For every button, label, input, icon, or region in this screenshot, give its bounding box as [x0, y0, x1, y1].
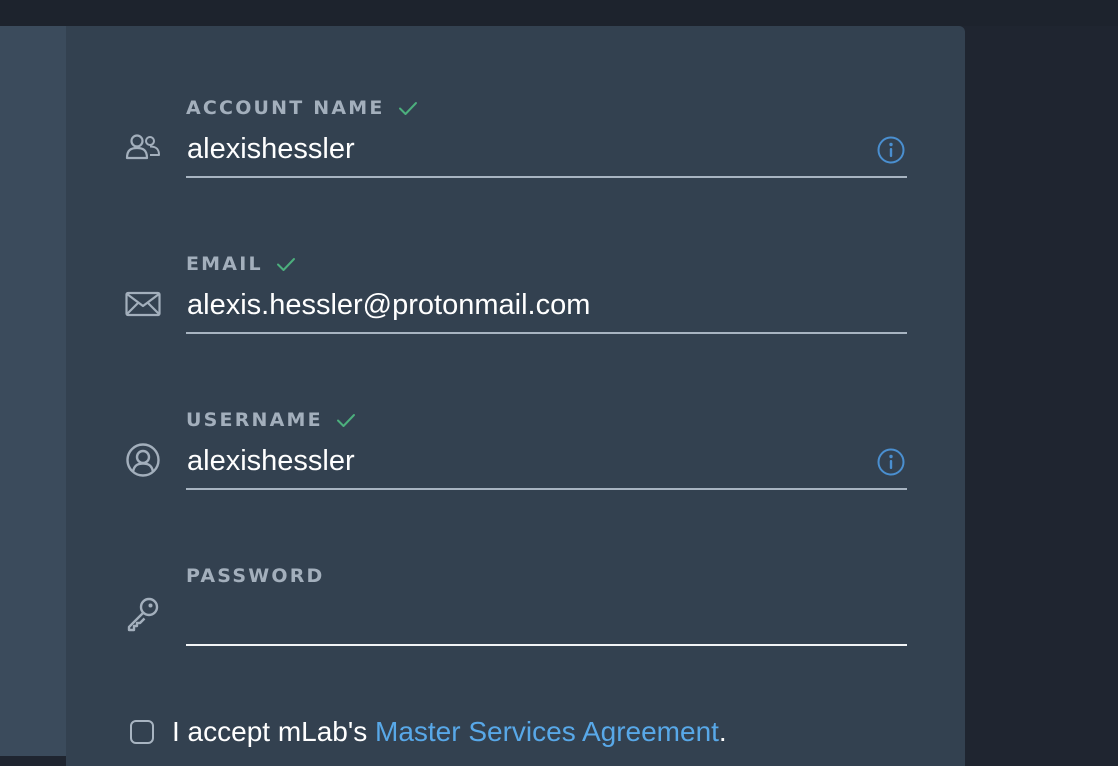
email-field: EMAIL [66, 251, 965, 371]
password-label-text: PASSWORD [186, 565, 325, 587]
account-name-field: ACCOUNT NAME [66, 95, 965, 215]
username-label-text: USERNAME [186, 409, 323, 431]
signup-form-card: ACCOUNT NAME EMAIL [66, 26, 965, 766]
top-bar [0, 0, 1118, 26]
account-name-label: ACCOUNT NAME [186, 95, 419, 121]
account-name-label-text: ACCOUNT NAME [186, 97, 385, 119]
check-icon [275, 253, 297, 275]
check-icon [397, 97, 419, 119]
agreement-suffix: . [718, 716, 727, 747]
email-label: EMAIL [186, 251, 297, 277]
account-icon [124, 129, 162, 167]
envelope-icon [124, 285, 162, 323]
username-label: USERNAME [186, 407, 357, 433]
username-info-icon[interactable] [876, 447, 906, 477]
agreement-row: I accept mLab's Master Services Agreemen… [124, 712, 727, 752]
agreement-prefix: I accept mLab's [172, 716, 375, 747]
username-field: USERNAME [66, 407, 965, 527]
check-icon [335, 409, 357, 431]
user-circle-icon [124, 441, 162, 479]
password-input[interactable] [186, 596, 907, 646]
email-label-text: EMAIL [186, 253, 263, 275]
password-label: PASSWORD [186, 563, 325, 589]
agreement-text: I accept mLab's Master Services Agreemen… [172, 716, 727, 748]
account-name-info-icon[interactable] [876, 135, 906, 165]
agreement-checkbox[interactable] [130, 720, 154, 744]
username-input[interactable] [186, 440, 907, 490]
side-panel [0, 26, 66, 756]
account-name-input[interactable] [186, 128, 907, 178]
email-input[interactable] [186, 284, 907, 334]
msa-link[interactable]: Master Services Agreement [375, 716, 719, 747]
key-icon [124, 595, 162, 633]
password-field: PASSWORD [66, 563, 965, 683]
